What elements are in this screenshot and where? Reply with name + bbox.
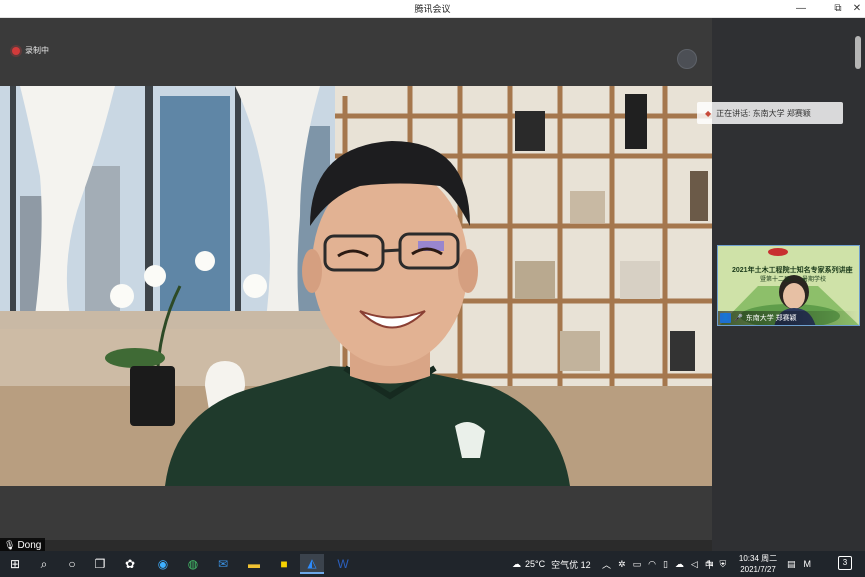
search-icon[interactable]: ⌕ xyxy=(32,554,56,574)
thumbnail-namebar: 👤 🎤 东南大学 郑赛颖 xyxy=(718,311,859,325)
air-quality: 空气优 12 xyxy=(551,559,591,570)
mail-icon[interactable]: ✉ xyxy=(211,554,235,574)
tencent-meeting-icon[interactable]: ◭ xyxy=(300,554,324,574)
phone-icon[interactable]: ▯ xyxy=(663,559,668,570)
task-view-icon[interactable]: ❐ xyxy=(88,554,112,574)
video-frame-image xyxy=(0,86,712,486)
close-button[interactable]: ✕ xyxy=(846,0,865,18)
cortana-circle-icon[interactable]: ○ xyxy=(60,554,84,574)
clock-time: 10:34 周二 xyxy=(738,554,778,563)
slide-title-line2: 暨第十二届……暑期学校 xyxy=(760,277,827,283)
window-title: 腾讯会议 xyxy=(414,4,451,14)
minimize-button[interactable]: — xyxy=(790,0,812,18)
clock[interactable]: 10:34 周二 2021/7/27 xyxy=(737,553,779,575)
notification-center-button[interactable]: 3 xyxy=(838,556,852,570)
speaking-label: 正在讲话: 东南大学 郑赛颖 xyxy=(716,108,811,118)
active-speaker-tag: 🎙 Dong xyxy=(0,538,46,552)
taskbar: ⊞ ⌕ ○ ❐ ✿ ◉ ◍ ✉ ▬ ■ ◭ W ☁ 25°C 空气优 12 ︿ … xyxy=(0,551,865,577)
cloud-sync-icon[interactable]: ☁ xyxy=(675,559,684,570)
settings-icon[interactable]: ✲ xyxy=(618,559,626,570)
note-icon[interactable]: ▤ xyxy=(787,559,796,570)
tray-right: ▤ M xyxy=(787,551,811,577)
system-tray: ︿ ✲ ▭ ◠ ▯ ☁ ◁ 中 xyxy=(602,551,714,577)
shield-icon[interactable]: ⛨ xyxy=(720,559,727,570)
pen-icon[interactable]: ✎ xyxy=(706,559,714,570)
clock-date: 2021/7/27 xyxy=(740,565,776,574)
participant-name: 东南大学 郑赛颖 xyxy=(745,315,797,322)
recording-dot-icon xyxy=(12,46,20,55)
mail-badge-icon[interactable]: M xyxy=(804,559,812,569)
extra-tray: ✎ ⛨ xyxy=(706,551,726,577)
word-icon[interactable]: W xyxy=(331,554,355,574)
recording-indicator[interactable]: 录制中 xyxy=(12,45,49,56)
title-bar: 腾讯会议 — ⧉ ✕ xyxy=(0,0,865,18)
green-app-icon[interactable]: ◍ xyxy=(181,554,205,574)
wifi-icon[interactable]: ◠ xyxy=(648,559,656,570)
start-windows-icon[interactable]: ⊞ xyxy=(3,554,27,574)
cloud-icon: ☁ xyxy=(512,558,521,569)
main-stage: 录制中 xyxy=(0,18,712,540)
app-knot-icon[interactable]: ✿ xyxy=(118,554,142,574)
main-video-feed xyxy=(0,86,712,486)
weather-widget[interactable]: ☁ 25°C 空气优 12 xyxy=(512,551,591,577)
volume-icon[interactable]: ◁ xyxy=(691,559,698,570)
layout-toggle-button[interactable] xyxy=(677,49,697,69)
speaker-icon: ◆ xyxy=(705,108,712,118)
mic-icon: 🎤 xyxy=(734,315,743,322)
active-speaker-name: Dong xyxy=(17,539,42,551)
panel-scrollbar[interactable] xyxy=(855,36,861,69)
participant-thumbnail[interactable]: 2021年土木工程院士知名专家系列讲座 暨第十二届……暑期学校 👤 🎤 东南大学… xyxy=(717,245,860,326)
battery-icon[interactable]: ▭ xyxy=(633,559,642,570)
recording-label: 录制中 xyxy=(25,46,49,55)
file-explorer-icon[interactable]: ▬ xyxy=(242,554,266,574)
speaking-indicator: ◆ 正在讲话: 东南大学 郑赛颖 xyxy=(697,102,843,124)
sticky-notes-icon[interactable]: ■ xyxy=(272,554,296,574)
weather-temp: 25°C xyxy=(525,559,546,569)
chevron-up-icon[interactable]: ︿ xyxy=(602,558,611,571)
edge-browser-icon[interactable]: ◉ xyxy=(151,554,175,574)
user-icon: 👤 xyxy=(720,313,731,323)
mic-icon: 🎙 xyxy=(4,539,16,550)
